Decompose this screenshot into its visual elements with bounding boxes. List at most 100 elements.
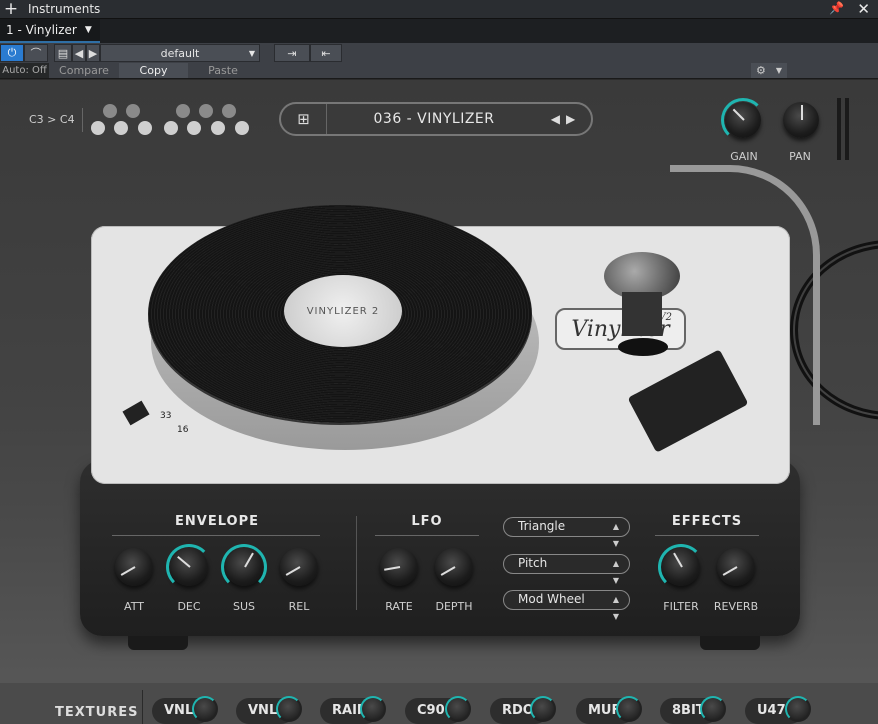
preset-dropdown-label: default bbox=[160, 46, 200, 60]
lfo-target-select[interactable]: Pitch ▲ ▼ bbox=[503, 554, 630, 585]
filter-knob[interactable] bbox=[658, 544, 704, 590]
preset-dropdown[interactable]: default ▼ bbox=[100, 44, 260, 62]
key-dot[interactable] bbox=[114, 121, 128, 135]
preset-prev-icon[interactable]: ◀ bbox=[72, 44, 86, 62]
texture-knob[interactable] bbox=[360, 696, 386, 722]
copy-button[interactable]: Copy bbox=[119, 63, 188, 78]
texture-knob[interactable] bbox=[445, 696, 471, 722]
lfo-shape-select[interactable]: Triangle ▲ ▼ bbox=[503, 517, 630, 548]
preset-file-icon[interactable]: ▤ bbox=[54, 44, 72, 62]
texture-label: VNL bbox=[248, 703, 278, 718]
texture-knob[interactable] bbox=[192, 696, 218, 722]
att-label: ATT bbox=[124, 600, 144, 613]
preset-name: 036 - VINYLIZER bbox=[373, 111, 495, 127]
key-dot[interactable] bbox=[138, 121, 152, 135]
lfo-source-select[interactable]: Mod Wheel ▲ ▼ bbox=[503, 590, 630, 621]
updown-icon: ▲ ▼ bbox=[612, 522, 619, 548]
textures-label: TEXTURES bbox=[55, 705, 139, 720]
reverb-label: REVERB bbox=[713, 600, 759, 613]
auto-off-button[interactable]: Auto: Off bbox=[0, 63, 49, 78]
preset-next-icon[interactable]: ▶ bbox=[86, 44, 100, 62]
paste-button[interactable]: Paste bbox=[188, 64, 258, 77]
window-title: Instruments bbox=[28, 2, 101, 16]
level-meter-left bbox=[837, 98, 841, 160]
texture-u47[interactable]: U47 bbox=[745, 696, 811, 724]
dec-knob[interactable] bbox=[166, 544, 212, 590]
gain-label: GAIN bbox=[730, 150, 758, 163]
load-icon[interactable]: ⇥ bbox=[274, 44, 310, 62]
texture-knob[interactable] bbox=[530, 696, 556, 722]
pan-knob[interactable] bbox=[783, 102, 819, 138]
texture-label: C90 bbox=[417, 703, 445, 718]
speed-switch[interactable]: 33 16 bbox=[122, 400, 188, 435]
texture-knob[interactable] bbox=[785, 696, 811, 722]
texture-muff[interactable]: MUFF bbox=[576, 696, 642, 724]
texture-vnl1[interactable]: VNL bbox=[152, 696, 218, 724]
texture-knob[interactable] bbox=[276, 696, 302, 722]
close-icon[interactable]: ✕ bbox=[857, 0, 870, 18]
key-dot[interactable] bbox=[126, 104, 140, 118]
keyboard-dots[interactable] bbox=[91, 102, 261, 138]
divider bbox=[142, 690, 143, 724]
record-label-text: VINYLIZER 2 bbox=[306, 305, 380, 317]
texture-8bit[interactable]: 8BIT bbox=[660, 696, 726, 724]
chevron-down-icon[interactable]: ▼ bbox=[85, 25, 92, 35]
lfo-shape-value: Triangle bbox=[518, 519, 566, 533]
att-knob[interactable] bbox=[115, 548, 153, 586]
texture-rdo[interactable]: RDO bbox=[490, 696, 556, 724]
save-icon[interactable]: ⇤ bbox=[310, 44, 342, 62]
instrument-tabs: 1 - Vinylizer ▼ bbox=[0, 19, 878, 43]
key-dot[interactable] bbox=[235, 121, 249, 135]
monitor-button[interactable]: ⌒ bbox=[24, 44, 48, 62]
divider bbox=[375, 535, 479, 536]
plugin-toolbar: ⏻ ⌒ ▤ ◀ ▶ default ▼ ⇥ ⇤ Auto: Off Compar… bbox=[0, 43, 878, 79]
key-dot[interactable] bbox=[103, 104, 117, 118]
texture-label: VNL bbox=[164, 703, 194, 718]
texture-vnl2[interactable]: VNL bbox=[236, 696, 302, 724]
record-label: VINYLIZER 2 bbox=[284, 275, 402, 347]
pin-icon[interactable]: 📌 bbox=[829, 1, 844, 15]
lfo-title: LFO bbox=[411, 514, 443, 529]
textures-bar: TEXTURES VNL VNL RAIN C90 RDO MUFF 8BIT … bbox=[0, 683, 878, 724]
rate-knob[interactable] bbox=[380, 548, 418, 586]
speed-33-label: 33 bbox=[160, 411, 172, 421]
level-meter-right bbox=[845, 98, 849, 160]
foot-right bbox=[700, 636, 760, 650]
rel-knob[interactable] bbox=[280, 548, 318, 586]
reverb-knob[interactable] bbox=[717, 548, 755, 586]
foot-left bbox=[128, 636, 188, 650]
key-dot[interactable] bbox=[164, 121, 178, 135]
texture-c90[interactable]: C90 bbox=[405, 696, 471, 724]
instrument-tab[interactable]: 1 - Vinylizer ▼ bbox=[0, 19, 100, 43]
divider bbox=[112, 535, 320, 536]
updown-icon: ▲ ▼ bbox=[612, 559, 619, 585]
key-dot[interactable] bbox=[176, 104, 190, 118]
compare-button[interactable]: Compare bbox=[49, 64, 119, 77]
lfo-source-value: Mod Wheel bbox=[518, 592, 585, 606]
sus-knob[interactable] bbox=[221, 544, 267, 590]
divider bbox=[82, 108, 83, 132]
preset-arrows[interactable]: ◀▶ bbox=[541, 112, 591, 126]
lfo-target-value: Pitch bbox=[518, 556, 548, 570]
key-dot[interactable] bbox=[222, 104, 236, 118]
effects-title: EFFECTS bbox=[671, 514, 743, 529]
key-dot[interactable] bbox=[91, 121, 105, 135]
settings-button[interactable]: ⚙ ▼ bbox=[751, 63, 787, 78]
key-dot[interactable] bbox=[187, 121, 201, 135]
add-icon[interactable]: + bbox=[0, 0, 22, 19]
divider bbox=[655, 535, 759, 536]
preset-selector[interactable]: ⊞ 036 - VINYLIZER ◀▶ bbox=[279, 102, 593, 136]
depth-knob[interactable] bbox=[435, 548, 473, 586]
texture-rain[interactable]: RAIN bbox=[320, 696, 386, 724]
instrument-tab-label: 1 - Vinylizer bbox=[6, 23, 77, 37]
key-dot[interactable] bbox=[211, 121, 225, 135]
texture-knob[interactable] bbox=[700, 696, 726, 722]
gain-knob[interactable] bbox=[721, 98, 765, 142]
rate-label: RATE bbox=[385, 600, 413, 613]
file-icon[interactable]: ⊞ bbox=[281, 104, 327, 134]
power-button[interactable]: ⏻ bbox=[0, 44, 24, 62]
filter-label: FILTER bbox=[663, 600, 699, 613]
key-dot[interactable] bbox=[199, 104, 213, 118]
plugin-panel: C3 > C4 ⊞ 036 - VINYLIZER ◀▶ GAIN PAN VI… bbox=[0, 80, 878, 724]
texture-knob[interactable] bbox=[616, 696, 642, 722]
